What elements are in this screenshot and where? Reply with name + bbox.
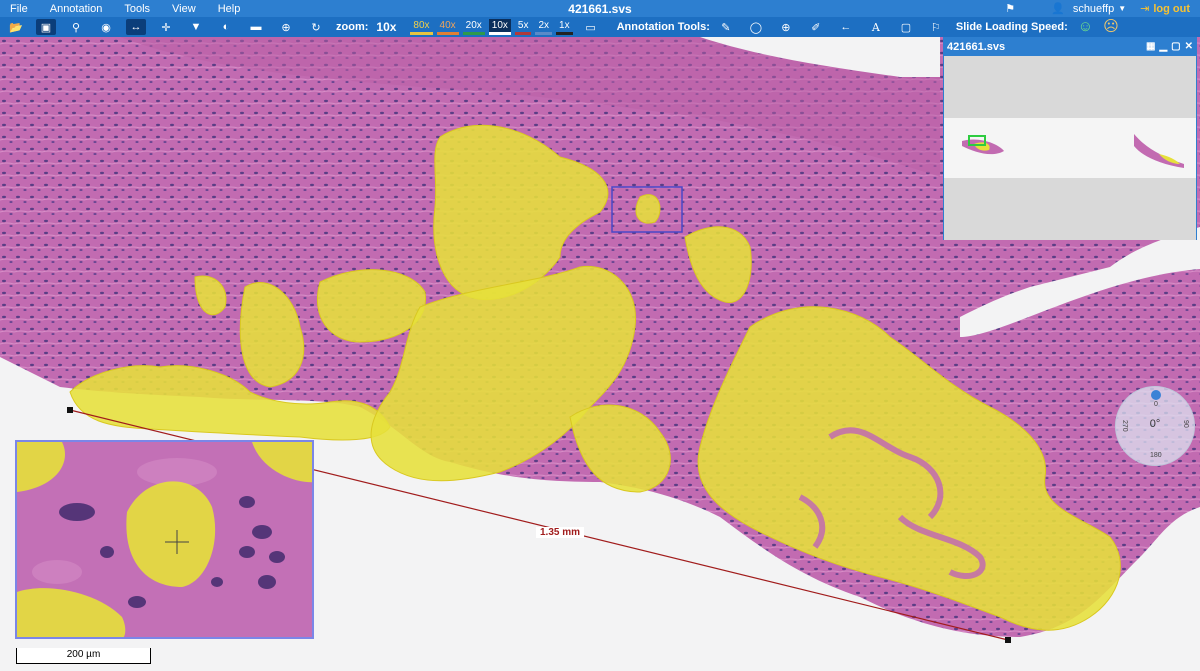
flag-icon[interactable]: ⚑: [1005, 2, 1015, 15]
rotation-handle[interactable]: [1151, 390, 1161, 400]
arrow-left-icon[interactable]: ←: [836, 19, 856, 35]
rotation-dial[interactable]: 0 90 180 270 0°: [1115, 386, 1195, 466]
navigator-thumbnail[interactable]: [944, 56, 1196, 240]
dial-tick-0: 0: [1154, 401, 1158, 408]
zoom-1x-button[interactable]: 1x: [556, 19, 573, 35]
magnifier-lens[interactable]: [15, 440, 314, 639]
slide-speed-label: Slide Loading Speed:: [955, 21, 1068, 33]
happy-face-icon[interactable]: ☺: [1078, 19, 1093, 35]
dial-tick-180: 180: [1150, 452, 1162, 459]
toolbar: 📂 ▣ ⚲ ◉ ↔ ✛ ▼ ◐ ▬ ⊕ ↻ zoom: 10x 80x 40x …: [0, 17, 1200, 37]
chevron-down-icon[interactable]: ▼: [1118, 4, 1126, 13]
grid-icon[interactable]: ▦: [1146, 38, 1155, 56]
rotation-angle: 0°: [1149, 418, 1161, 430]
navigator-panel[interactable]: 421661.svs ▦ ▁ ▢ ✕: [943, 37, 1197, 240]
measure-handle-start: [67, 407, 73, 413]
zoom-80x-button[interactable]: 80x: [410, 19, 433, 35]
annotation-tools-label: Annotation Tools:: [616, 21, 710, 33]
menu-file[interactable]: File: [0, 3, 40, 15]
comment-icon[interactable]: ▬: [246, 19, 266, 35]
close-icon[interactable]: ✕: [1185, 38, 1193, 56]
text-icon[interactable]: A: [866, 19, 886, 35]
binoculars-icon[interactable]: ⚲: [66, 19, 86, 35]
minimize-icon[interactable]: ▁: [1159, 38, 1167, 56]
open-folder-icon[interactable]: 📂: [6, 19, 26, 35]
menu-tools[interactable]: Tools: [114, 3, 162, 15]
freehand-shape-icon[interactable]: ◯: [746, 19, 766, 35]
maximize-icon[interactable]: ▢: [1171, 38, 1180, 56]
sad-face-icon[interactable]: ☹: [1103, 19, 1119, 35]
measurement-label: 1.35 mm: [536, 527, 585, 538]
zoom-5x-button[interactable]: 5x: [514, 19, 532, 35]
pin-icon[interactable]: ✐: [806, 19, 826, 35]
measure-arrows-icon[interactable]: ↔: [126, 19, 146, 35]
add-point-icon[interactable]: ⊕: [776, 19, 796, 35]
menu-annotation[interactable]: Annotation: [40, 3, 115, 15]
rectangle-icon[interactable]: ▢: [896, 19, 916, 35]
image-icon[interactable]: ▣: [36, 19, 56, 35]
crosshair-icon[interactable]: ✛: [156, 19, 176, 35]
menu-help[interactable]: Help: [208, 3, 253, 15]
refresh-icon[interactable]: ↻: [306, 19, 326, 35]
add-circle-icon[interactable]: ⊕: [276, 19, 296, 35]
zoom-20x-button[interactable]: 20x: [462, 19, 485, 35]
monitor-icon[interactable]: ▭: [581, 19, 601, 35]
zoom-2x-button[interactable]: 2x: [535, 19, 553, 35]
zoom-value: 10x: [376, 20, 397, 34]
measure-handle-end: [1005, 637, 1011, 643]
scale-bar: 200 µm: [16, 648, 151, 664]
zoom-10x-button[interactable]: 10x: [488, 19, 511, 35]
zoom-label: zoom:: [336, 21, 369, 33]
bookmark-icon[interactable]: ⚐: [926, 19, 946, 35]
navigator-title: 421661.svs: [947, 41, 1006, 53]
navigator-title-bar: 421661.svs ▦ ▁ ▢ ✕: [944, 38, 1196, 56]
user-menu[interactable]: schueffp: [1073, 3, 1114, 15]
zoom-40x-button[interactable]: 40x: [436, 19, 459, 35]
camera-icon[interactable]: ◉: [96, 19, 116, 35]
menu-view[interactable]: View: [162, 3, 208, 15]
logout-icon[interactable]: ⇥: [1140, 2, 1149, 15]
brush-icon[interactable]: ✎: [716, 19, 736, 35]
user-icon: 👤: [1051, 3, 1065, 15]
menu-bar: File Annotation Tools View Help 421661.s…: [0, 0, 1200, 17]
logout-link[interactable]: log out: [1153, 3, 1190, 15]
filter-icon[interactable]: ▼: [186, 19, 206, 35]
contrast-icon[interactable]: ◐: [216, 19, 236, 35]
